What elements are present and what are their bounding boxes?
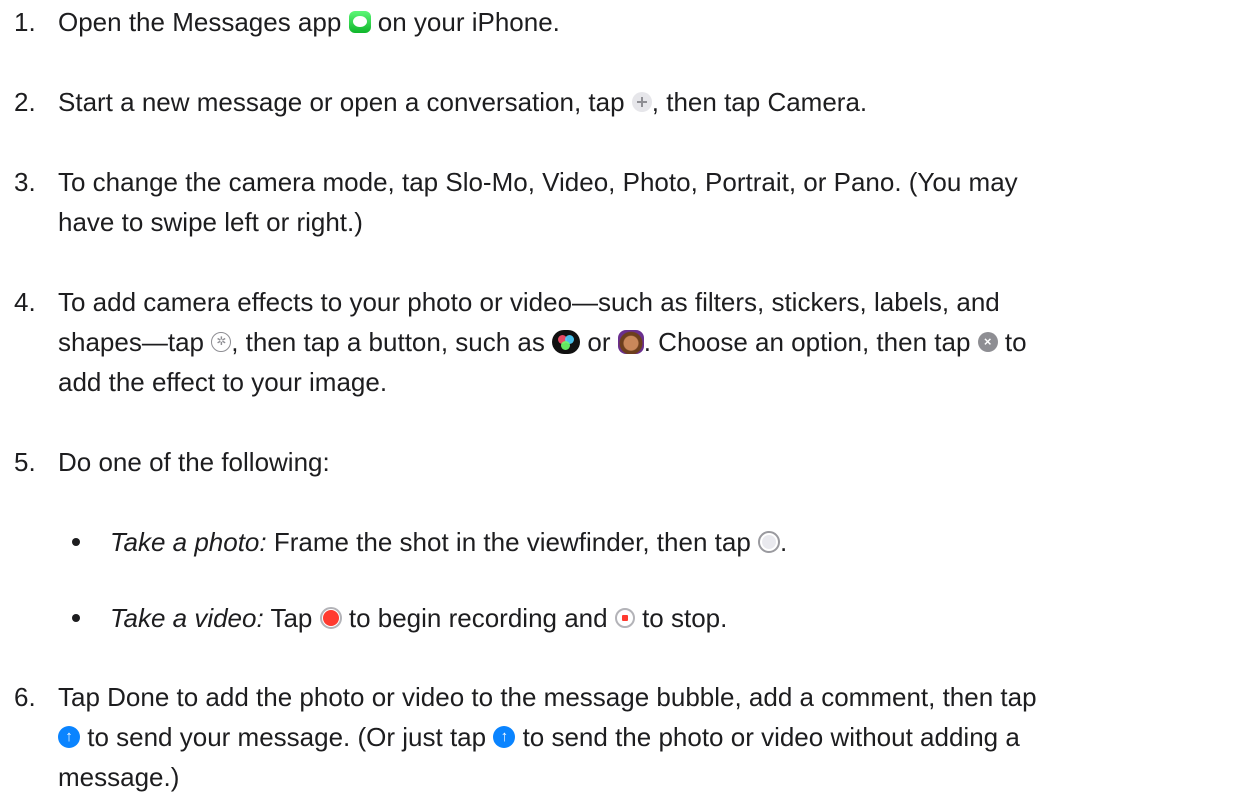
step-body: To add camera effects to your photo or v… bbox=[58, 282, 1238, 402]
step-text: to bbox=[1004, 327, 1027, 357]
step-line: Tap Done to add the photo or video to th… bbox=[58, 682, 1037, 712]
step-number: 3. bbox=[14, 167, 36, 197]
bullet-dot bbox=[72, 538, 80, 546]
step-body: Do one of the following: bbox=[58, 442, 1238, 482]
step-text: on your iPhone. bbox=[377, 7, 560, 37]
step-line: ↑ to send your message. (Or just tap ↑ t… bbox=[58, 717, 1238, 757]
step-line: message.) bbox=[58, 762, 180, 792]
step-text: , then tap Camera. bbox=[651, 87, 868, 117]
bullet-label: Take a video: bbox=[110, 603, 264, 633]
step-line: have to swipe left or right.) bbox=[58, 207, 363, 237]
step-number: 5. bbox=[14, 447, 36, 477]
filters-icon bbox=[552, 330, 581, 355]
send-arrow-icon: ↑ bbox=[493, 726, 516, 749]
shutter-icon bbox=[758, 531, 781, 554]
step-text: or bbox=[587, 327, 611, 357]
step-text: to send the photo or video without addin… bbox=[522, 722, 1020, 752]
bullet-dot bbox=[72, 614, 80, 622]
step-body: Open the Messages app on your iPhone. bbox=[58, 2, 1238, 42]
send-arrow-icon: ↑ bbox=[58, 726, 80, 749]
messages-app-icon bbox=[348, 11, 371, 34]
plus-circle-icon bbox=[631, 92, 652, 113]
bullet-text: Take a video: Tap to begin recording and… bbox=[110, 598, 727, 638]
step-number: 1. bbox=[14, 7, 36, 37]
memoji-icon bbox=[617, 330, 644, 355]
step-line: To change the camera mode, tap Slo-Mo, V… bbox=[58, 167, 1018, 197]
step-text: Frame the shot in the viewfinder, then t… bbox=[273, 527, 751, 557]
step-text: to stop. bbox=[642, 603, 728, 633]
step-line: To add camera effects to your photo or v… bbox=[58, 287, 1000, 317]
bullet-text: Take a photo: Frame the shot in the view… bbox=[110, 522, 787, 562]
step-number: 6. bbox=[14, 682, 36, 712]
stop-icon bbox=[614, 608, 635, 629]
step-text: shapes—tap bbox=[58, 327, 204, 357]
step-line: shapes—tap ✲, then tap a button, such as… bbox=[58, 322, 1238, 362]
step-number: 2. bbox=[14, 87, 36, 117]
step-line: Open the Messages app on your iPhone. bbox=[58, 2, 1238, 42]
step-text: Start a new message or open a conversati… bbox=[58, 87, 625, 117]
step-text: to send your message. (Or just tap bbox=[87, 722, 487, 752]
bullet-label: Take a photo: bbox=[110, 527, 267, 557]
step-text: to begin recording and bbox=[348, 603, 608, 633]
step-number: 4. bbox=[14, 287, 36, 317]
step-text: Open the Messages app bbox=[58, 7, 342, 37]
bullet-item-video: Take a video: Tap to begin recording and… bbox=[58, 598, 1208, 638]
bullet-item-photo: Take a photo: Frame the shot in the view… bbox=[58, 522, 1208, 562]
step-line: Start a new message or open a conversati… bbox=[58, 82, 1238, 122]
record-icon bbox=[319, 607, 342, 630]
effects-icon: ✲ bbox=[211, 332, 232, 353]
step-text: . bbox=[780, 527, 788, 557]
close-icon: × bbox=[977, 332, 998, 353]
step-line: add the effect to your image. bbox=[58, 367, 388, 397]
step-body: Start a new message or open a conversati… bbox=[58, 82, 1238, 122]
step-text: Tap bbox=[270, 603, 313, 633]
step-text: , then tap a button, such as bbox=[231, 327, 545, 357]
step-body: To change the camera mode, tap Slo-Mo, V… bbox=[58, 162, 1238, 242]
step-body: Tap Done to add the photo or video to th… bbox=[58, 677, 1238, 797]
step-text: . Choose an option, then tap bbox=[643, 327, 971, 357]
step-line: Do one of the following: bbox=[58, 447, 330, 477]
